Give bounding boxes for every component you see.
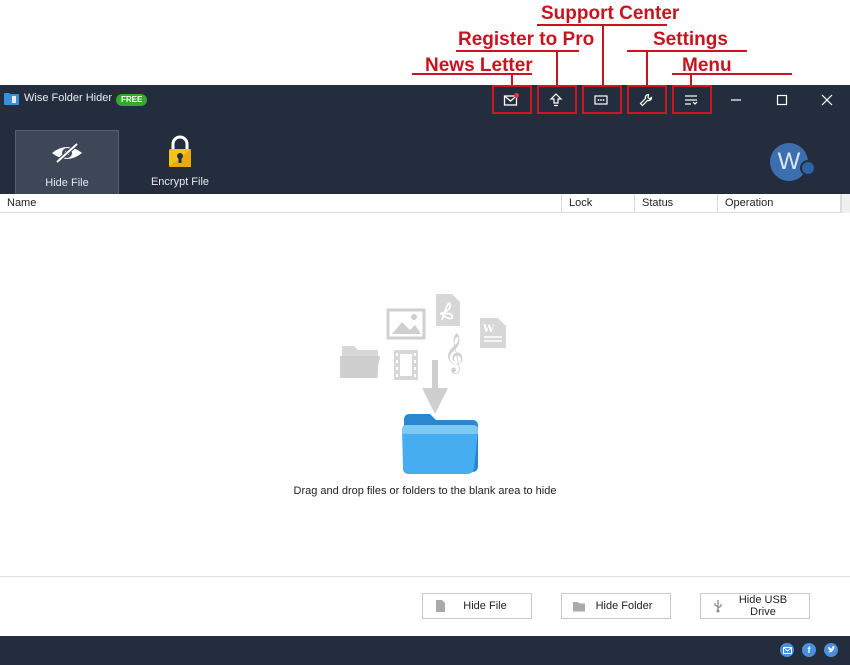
twitter-icon[interactable] [824,643,838,657]
hide-usb-drive-label: Hide USB Drive [738,594,788,618]
hidden-eye-icon [52,142,82,164]
usb-icon [714,600,722,613]
folder-file-icon [340,346,380,378]
annotation-box [492,85,532,114]
annotation-box [537,85,577,114]
file-icon [436,600,445,612]
annotation-leader [511,73,513,85]
column-status[interactable]: Status [635,194,718,213]
pdf-file-icon [436,294,460,326]
blue-folder-icon [402,414,478,474]
drop-hint-text: Drag and drop files or folders to the bl… [293,485,557,497]
annotation-underline [412,73,532,75]
scrollbar[interactable] [841,194,850,213]
lock-icon [169,135,191,167]
annotation-register-to-pro: Register to Pro [458,29,595,50]
annotation-leader [556,50,558,85]
app-logo-icon [4,93,19,105]
annotation-box [627,85,667,114]
avatar-status-dot [800,160,816,176]
video-file-icon [394,350,418,380]
annotation-box [672,85,712,114]
maximize-button[interactable] [760,87,804,112]
annotation-box [582,85,622,114]
column-operation[interactable]: Operation [718,194,841,213]
image-file-icon [386,308,426,340]
minimize-button[interactable] [714,87,758,112]
hide-usb-drive-button[interactable]: Hide USB Drive [700,593,810,619]
close-icon [821,94,833,105]
column-name[interactable]: Name [0,194,562,213]
column-lock[interactable]: Lock [562,194,635,213]
bottom-divider [0,576,850,577]
close-button[interactable] [805,87,849,112]
minimize-icon [731,98,741,101]
folder-icon [573,602,585,612]
facebook-icon[interactable]: f [802,643,816,657]
bird-glyph [827,646,835,653]
svg-text:W: W [482,324,495,335]
music-file-icon: 𝄞 [444,333,464,374]
tab-hide-file-label: Hide File [45,177,89,189]
word-file-icon: W [480,318,506,348]
free-badge: FREE [116,94,148,106]
hide-folder-button[interactable]: Hide Folder [561,593,671,619]
hide-folder-label: Hide Folder [595,600,653,612]
maximize-icon [776,94,788,105]
annotation-leader [646,50,648,85]
envelope-glyph [782,646,792,654]
tab-hide-file[interactable]: Hide File [15,130,119,194]
annotation-leader [690,73,692,85]
annotation-support-center: Support Center [541,3,680,24]
hide-file-label: Hide File [463,600,507,612]
status-bar [0,636,850,665]
app-title: Wise Folder Hider [24,92,113,104]
file-list-header: Name Lock Status Operation [0,194,841,213]
tab-encrypt-file-label: Encrypt File [150,176,210,188]
hide-file-button[interactable]: Hide File [422,593,532,619]
email-icon[interactable] [780,643,794,657]
annotation-underline [627,50,747,52]
main-toolbar [0,130,850,194]
annotation-leader [602,24,604,85]
annotation-underline [456,50,579,52]
annotation-settings: Settings [653,29,728,50]
drop-illustration: W 𝄞 [340,294,506,474]
tab-encrypt-file[interactable]: Encrypt File [132,130,228,194]
